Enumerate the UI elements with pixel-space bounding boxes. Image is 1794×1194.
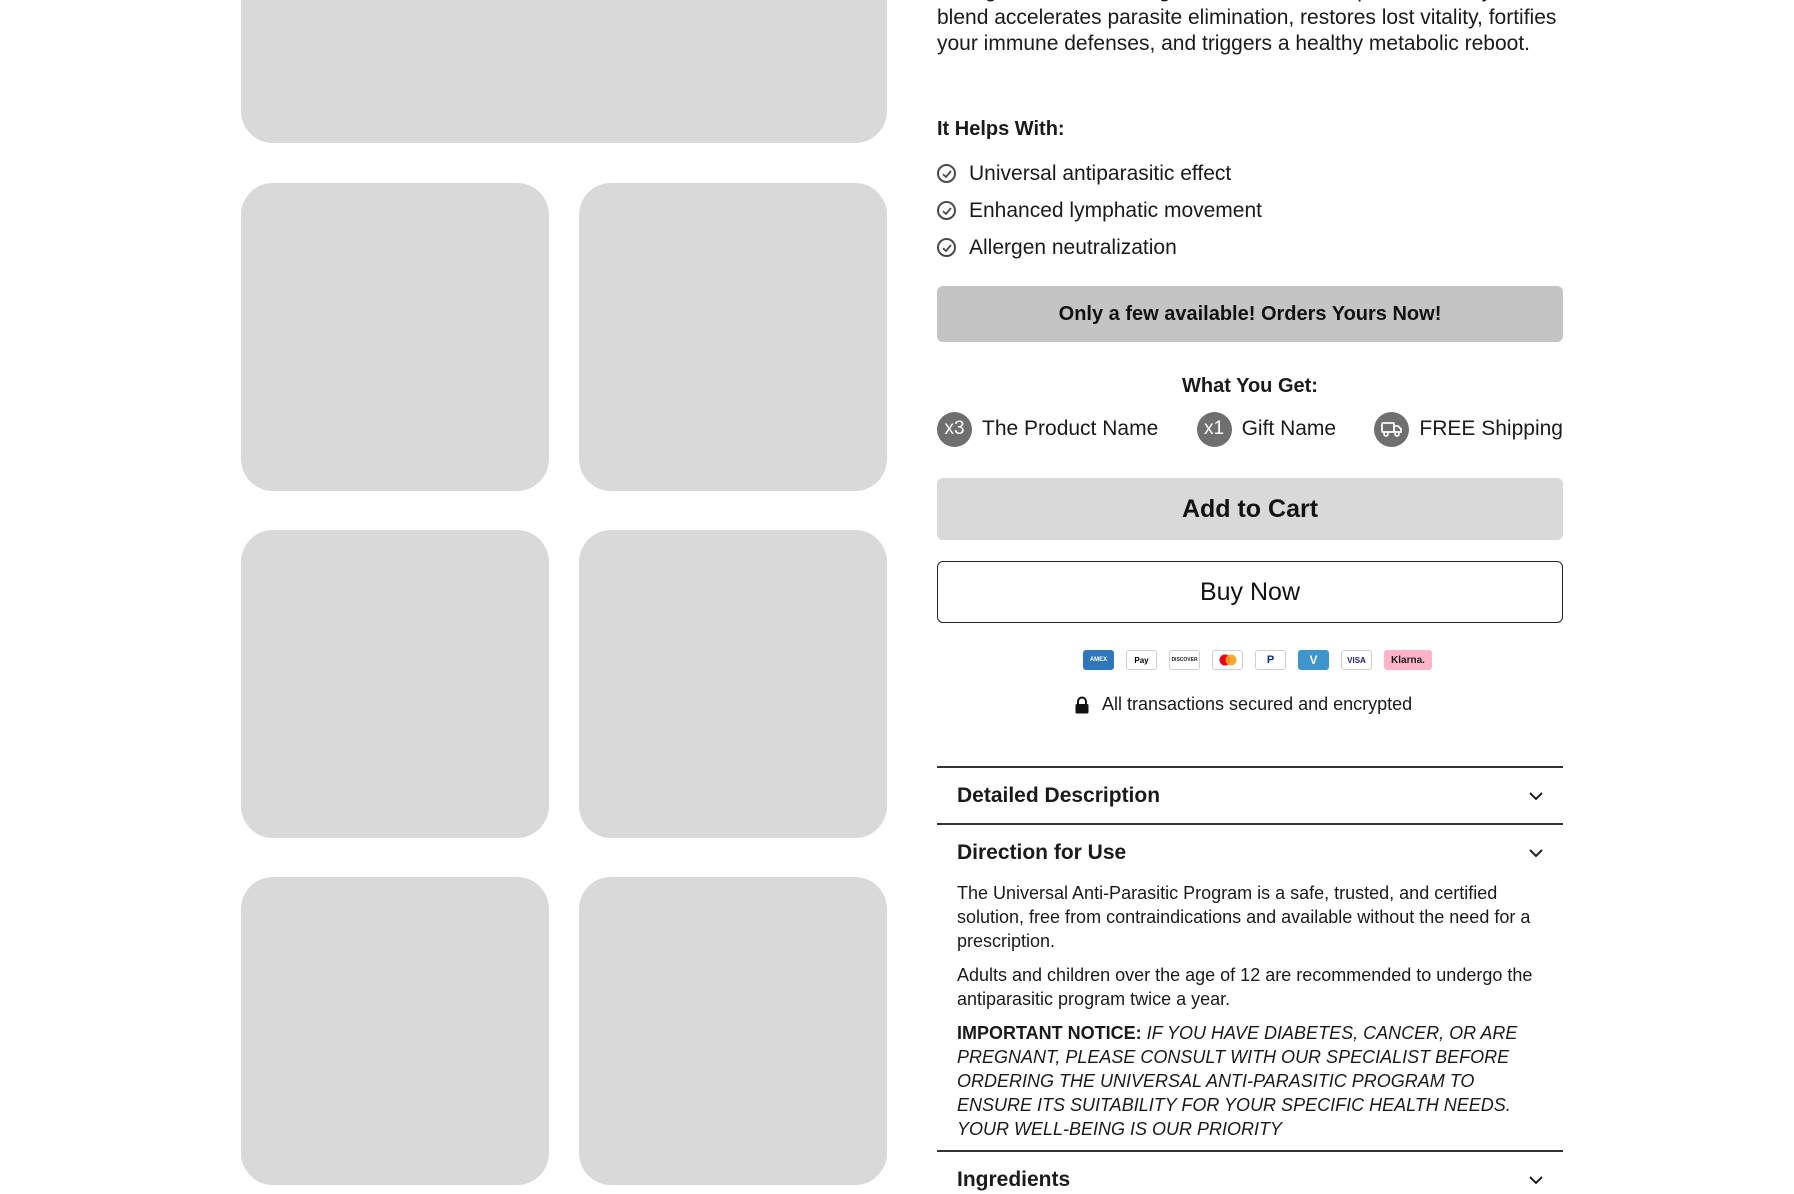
direction-paragraph: Adults and children over the age of 12 a…	[957, 965, 1533, 1009]
accordion-detailed-description: Detailed Description	[937, 766, 1563, 824]
direction-paragraph: The Universal Anti-Parasitic Program is …	[957, 883, 1531, 951]
chevron-down-icon	[1529, 791, 1543, 800]
venmo-icon: V	[1298, 650, 1329, 670]
what-you-get-row: x3 The Product Name x1 Gift Name FREE Sh…	[937, 410, 1563, 448]
secure-notice: All transactions secured and encrypted	[1074, 694, 1412, 715]
check-circle-icon	[937, 164, 956, 183]
product-gallery	[0, 0, 900, 1194]
gallery-thumb-1[interactable]	[241, 183, 549, 491]
accordion-ingredients: Ingredients	[937, 1150, 1563, 1194]
check-circle-icon	[937, 201, 956, 220]
accordion-direction-for-use: Direction for Use The Universal Anti-Par…	[937, 823, 1563, 1151]
secure-text: All transactions secured and encrypted	[1102, 694, 1413, 714]
amex-icon: AMEX	[1083, 650, 1114, 670]
gallery-thumb-2[interactable]	[579, 183, 887, 491]
chevron-down-icon	[1529, 1175, 1543, 1184]
gallery-thumb-5[interactable]	[241, 877, 549, 1185]
accordion-title: Ingredients	[957, 1168, 1071, 1191]
scarcity-banner-button[interactable]: Only a few available! Orders Yours Now!	[937, 286, 1563, 342]
buy-now-button[interactable]: Buy Now	[937, 561, 1563, 623]
klarna-icon: Klarna.	[1384, 650, 1432, 670]
get-item-shipping: FREE Shipping	[1374, 411, 1563, 447]
check-circle-icon	[937, 238, 956, 257]
benefits-list: Universal antiparasitic effect Enhanced …	[937, 155, 1262, 266]
apple-pay-label: Pay	[1134, 655, 1149, 665]
accordion-header[interactable]: Detailed Description	[937, 768, 1563, 824]
accordion-body: The Universal Anti-Parasitic Program is …	[937, 881, 1563, 1141]
discover-icon: DISCOVER	[1169, 650, 1200, 670]
gallery-thumb-4[interactable]	[579, 530, 887, 838]
accordion-header[interactable]: Ingredients	[937, 1152, 1563, 1194]
accordion-title: Direction for Use	[957, 841, 1127, 864]
product-page: from germinated cereal grains and medici…	[0, 0, 1794, 1194]
product-intro-text: from germinated cereal grains and medici…	[937, 0, 1557, 55]
quantity-badge: x1	[1196, 411, 1232, 447]
accordion-header[interactable]: Direction for Use	[937, 825, 1563, 881]
get-item-product: x3 The Product Name	[937, 411, 1159, 447]
payment-methods: AMEX Pay DISCOVER P V VISA Klarna.	[1083, 650, 1432, 670]
benefit-label: Enhanced lymphatic movement	[969, 198, 1262, 222]
important-notice: IMPORTANT NOTICE: IF YOU HAVE DIABETES, …	[957, 1021, 1543, 1141]
add-to-cart-button[interactable]: Add to Cart	[937, 478, 1563, 540]
lock-icon	[1075, 696, 1089, 713]
accordion-title: Detailed Description	[957, 784, 1161, 807]
visa-icon: VISA	[1341, 650, 1372, 670]
main-image-placeholder[interactable]	[241, 0, 887, 143]
benefit-item: Allergen neutralization	[937, 229, 1262, 266]
notice-label: IMPORTANT NOTICE:	[957, 1023, 1142, 1043]
get-item-label: FREE Shipping	[1419, 417, 1563, 440]
gallery-thumb-3[interactable]	[241, 530, 549, 838]
apple-pay-icon: Pay	[1126, 650, 1157, 670]
benefit-label: Universal antiparasitic effect	[969, 161, 1232, 185]
get-item-label: Gift Name	[1241, 417, 1337, 440]
chevron-down-icon	[1529, 848, 1543, 857]
benefit-label: Allergen neutralization	[969, 235, 1177, 259]
mastercard-icon	[1212, 650, 1243, 670]
gallery-thumb-6[interactable]	[579, 877, 887, 1185]
what-you-get-title: What You Get:	[1182, 375, 1318, 397]
get-item-gift: x1 Gift Name	[1196, 411, 1337, 447]
helps-title: It Helps With:	[937, 118, 1065, 140]
paypal-icon: P	[1255, 650, 1286, 670]
benefit-item: Enhanced lymphatic movement	[937, 192, 1262, 229]
truck-icon	[1374, 411, 1410, 447]
benefit-item: Universal antiparasitic effect	[937, 155, 1262, 192]
quantity-badge: x3	[937, 411, 972, 447]
get-item-label: The Product Name	[982, 417, 1159, 440]
